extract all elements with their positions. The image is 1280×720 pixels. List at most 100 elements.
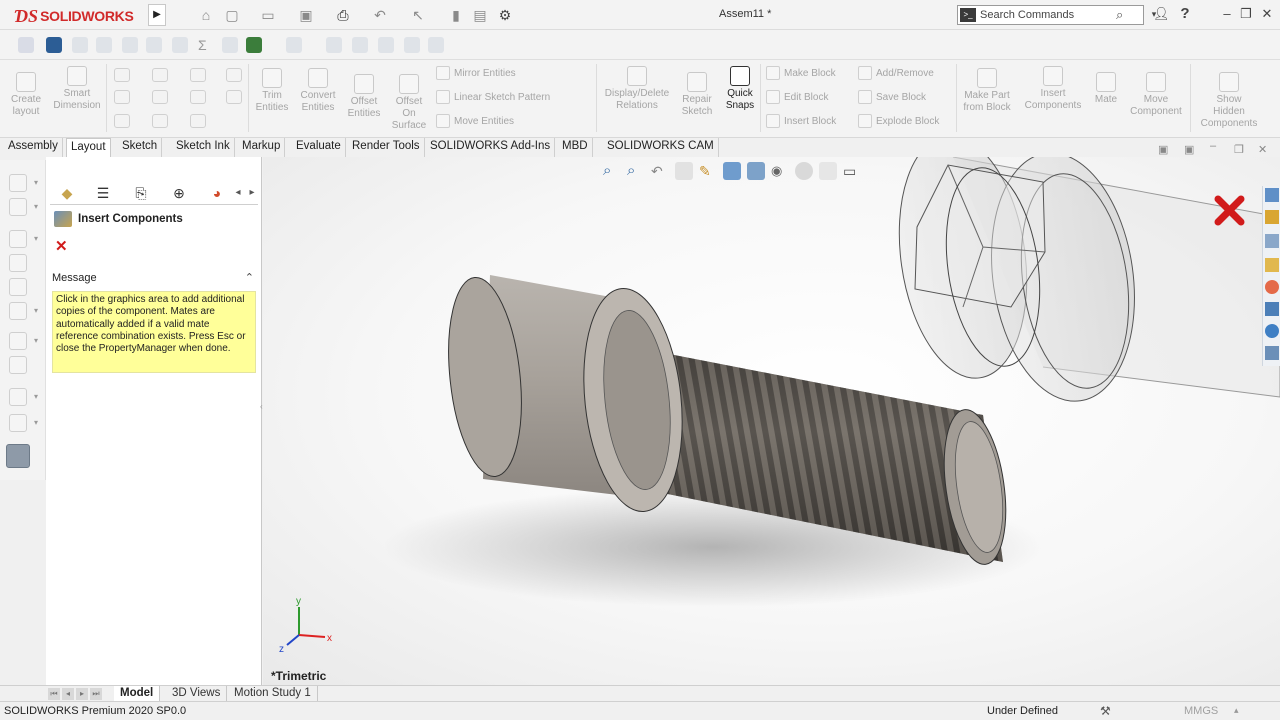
save-block-button[interactable]: Save Block [858, 89, 926, 105]
design-library-icon[interactable] [1265, 210, 1279, 224]
polygon-icon[interactable] [190, 90, 206, 104]
tab-scroll-controls[interactable]: ⏮ ◂ ▸ ⏭ [48, 688, 108, 700]
new-document-icon[interactable]: ▢ [224, 7, 240, 23]
open-folder-icon[interactable]: ▭ [260, 7, 276, 23]
search-icon[interactable]: ⌕ [1116, 7, 1123, 23]
tool-icon[interactable] [326, 37, 342, 53]
assembly-view-icon[interactable] [46, 37, 62, 53]
circle-icon[interactable] [152, 68, 168, 82]
tool-icon[interactable] [9, 356, 27, 374]
menu-expand-arrow-icon[interactable]: ▶ [148, 4, 166, 26]
mirror-entities-button[interactable]: Mirror Entities [436, 65, 516, 81]
insert-components-button[interactable]: Insert Components [1020, 66, 1086, 112]
tool-icon[interactable] [96, 37, 112, 53]
units-label[interactable]: MMGS [1184, 705, 1218, 717]
tool-icon[interactable] [9, 174, 27, 192]
options-gear-icon[interactable]: ⚙ [497, 7, 513, 23]
tab-mbd[interactable]: MBD [558, 138, 593, 157]
task-pane-icon[interactable] [1265, 346, 1279, 360]
trim-entities-button[interactable]: Trim Entities [252, 68, 292, 114]
chevron-down-icon[interactable]: ▾ [34, 306, 38, 315]
text-icon[interactable] [190, 114, 206, 128]
measure-icon[interactable] [6, 444, 30, 468]
tool-icon[interactable] [352, 37, 368, 53]
message-section-header[interactable]: Message ⌃ [52, 272, 256, 288]
tab-sketch-ink[interactable]: Sketch Ink [172, 138, 235, 157]
chevron-down-icon[interactable]: ▾ [34, 336, 38, 345]
3d-model-view[interactable]: y x z [263, 157, 1280, 685]
tab-render-tools[interactable]: Render Tools [348, 138, 425, 157]
undo-icon[interactable]: ↶ [372, 7, 388, 23]
feature-manager-tab-icon[interactable]: ◆ [52, 181, 82, 205]
insert-block-button[interactable]: Insert Block [766, 113, 836, 129]
tab-markup[interactable]: Markup [238, 138, 286, 157]
chevron-down-icon[interactable]: ▾ [34, 234, 38, 243]
doc-minimize-button[interactable]: – [1210, 140, 1216, 152]
display-manager-tab-icon[interactable]: ◕ [202, 181, 232, 205]
tool-icon[interactable] [146, 37, 162, 53]
previous-tab-icon[interactable]: ◂ [62, 688, 74, 700]
convert-entities-button[interactable]: Convert Entities [296, 68, 340, 114]
search-commands-box[interactable]: >_ ⌕ [957, 5, 1144, 25]
rebuild-status-icon[interactable]: ⚒ [1100, 704, 1111, 718]
tab-solidworks-cam[interactable]: SOLIDWORKS CAM [603, 138, 719, 157]
offset-on-surface-button[interactable]: Offset On Surface [388, 74, 430, 132]
restore-button[interactable]: ❐ [1238, 6, 1254, 22]
repair-sketch-button[interactable]: Repair Sketch [678, 72, 716, 118]
tab-solidworks-add-ins[interactable]: SOLIDWORKS Add-Ins [426, 138, 556, 157]
show-hidden-components-button[interactable]: Show Hidden Components [1194, 72, 1264, 130]
tool-icon[interactable] [9, 230, 27, 248]
chevron-up-icon[interactable]: ⌃ [245, 271, 254, 284]
configuration-manager-tab-icon[interactable]: ⎘ [126, 181, 156, 205]
tool-icon[interactable] [72, 37, 88, 53]
property-manager-tab-icon[interactable]: ☰ [88, 181, 118, 205]
tab-assembly[interactable]: Assembly [4, 138, 63, 157]
minimize-button[interactable]: – [1219, 6, 1235, 22]
offset-entities-button[interactable]: Offset Entities [344, 74, 384, 120]
tool-icon[interactable] [378, 37, 394, 53]
search-input[interactable] [980, 8, 1110, 22]
sum-icon[interactable]: Σ [198, 37, 214, 53]
linear-sketch-pattern-button[interactable]: Linear Sketch Pattern [436, 89, 550, 105]
chevron-down-icon[interactable]: ▾ [34, 178, 38, 187]
tool-icon[interactable] [9, 198, 27, 216]
appearances-icon[interactable] [1265, 280, 1279, 294]
move-entities-button[interactable]: Move Entities [436, 113, 514, 129]
custom-properties-icon[interactable] [1265, 302, 1279, 316]
first-tab-icon[interactable]: ⏮ [48, 688, 60, 700]
close-button[interactable]: ✕ [1259, 6, 1275, 22]
make-block-button[interactable]: Make Block [766, 65, 836, 81]
tab-3d-views[interactable]: 3D Views [166, 686, 228, 702]
file-explorer-icon[interactable] [1265, 234, 1279, 248]
tool-icon[interactable] [246, 37, 262, 53]
chevron-down-icon[interactable]: ▾ [34, 202, 38, 211]
point-icon[interactable] [226, 68, 242, 82]
tab-evaluate[interactable]: Evaluate [292, 138, 346, 157]
view-palette-icon[interactable] [1265, 258, 1279, 272]
doc-close-button[interactable]: ✕ [1258, 143, 1267, 156]
sketch-tool-icon[interactable] [18, 37, 34, 53]
tool-icon[interactable] [404, 37, 420, 53]
tool-icon[interactable] [122, 37, 138, 53]
rebuild-icon[interactable]: ▮ [448, 7, 464, 23]
move-component-button[interactable]: Move Component [1126, 72, 1186, 118]
tab-scroll-left-icon[interactable]: ◂ [232, 181, 244, 205]
tool-icon[interactable] [9, 254, 27, 272]
tab-layout[interactable]: Layout [66, 138, 111, 157]
solidworks-resources-icon[interactable] [1265, 188, 1279, 202]
cancel-close-icon[interactable]: ✕ [55, 237, 68, 255]
smart-dimension-button[interactable]: Smart Dimension [50, 66, 104, 112]
fillet-icon[interactable] [152, 114, 168, 128]
select-arrow-icon[interactable]: ↖ [410, 7, 426, 23]
tool-icon[interactable] [9, 332, 27, 350]
tool-icon[interactable] [286, 37, 302, 53]
home-icon[interactable]: ⌂ [198, 7, 214, 23]
spline-icon[interactable] [190, 68, 206, 82]
solidworks-logo[interactable]: ƊS SOLIDWORKS [14, 6, 134, 26]
next-tab-icon[interactable]: ▸ [76, 688, 88, 700]
chevron-down-icon[interactable]: ▾ [34, 392, 38, 401]
create-layout-button[interactable]: Create layout [6, 72, 46, 118]
make-part-from-block-button[interactable]: Make Part from Block [960, 68, 1014, 114]
tool-icon[interactable] [172, 37, 188, 53]
graphics-area[interactable]: ⌕ ⌕ ↶ ✎ ◉ ▭ y x z *Trimetric [263, 157, 1280, 685]
